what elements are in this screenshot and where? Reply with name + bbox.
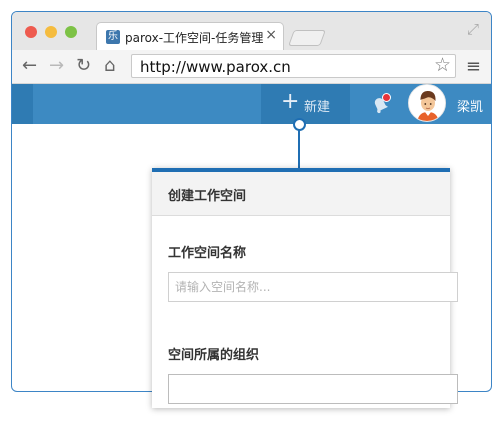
address-text[interactable]: http://www.parox.cn bbox=[140, 58, 291, 76]
notification-badge bbox=[382, 93, 391, 102]
organization-select[interactable] bbox=[168, 374, 458, 404]
workspace-name-label: 工作空间名称 bbox=[168, 246, 247, 261]
bell-icon[interactable] bbox=[369, 93, 391, 115]
address-bar[interactable]: http://www.parox.cn ☆ bbox=[131, 54, 456, 78]
dialog-title: 创建工作空间 bbox=[168, 189, 247, 204]
organization-label: 空间所属的组织 bbox=[168, 348, 260, 363]
tab-strip: 乐 parox-工作空间-任务管理 × ⤢ bbox=[12, 12, 491, 50]
user-avatar[interactable] bbox=[408, 84, 446, 122]
new-button[interactable]: + 新建 bbox=[261, 84, 350, 124]
app-header: + 新建 梁凯 bbox=[12, 84, 491, 124]
header-left-block bbox=[12, 84, 33, 124]
favicon-icon: 乐 bbox=[106, 30, 120, 44]
tab-title: parox-工作空间-任务管理 bbox=[125, 31, 264, 45]
reload-icon[interactable]: ↻ bbox=[76, 55, 91, 77]
home-icon[interactable]: ⌂ bbox=[104, 55, 115, 77]
tab-close-icon[interactable]: × bbox=[265, 27, 277, 43]
close-window-button[interactable] bbox=[25, 26, 37, 38]
new-tab-button[interactable] bbox=[288, 30, 326, 46]
forward-arrow-icon[interactable]: → bbox=[49, 55, 64, 77]
user-name[interactable]: 梁凯 bbox=[457, 96, 483, 115]
new-button-label: 新建 bbox=[304, 100, 331, 115]
minimize-window-button[interactable] bbox=[45, 26, 57, 38]
create-workspace-dialog: 创建工作空间 工作空间名称 空间所属的组织 bbox=[152, 168, 458, 408]
zoom-window-button[interactable] bbox=[65, 26, 77, 38]
workspace-name-input[interactable] bbox=[168, 272, 458, 302]
bookmark-star-icon[interactable]: ☆ bbox=[434, 54, 451, 76]
toolbar: ← → ↻ ⌂ http://www.parox.cn ☆ ≡ bbox=[12, 50, 491, 84]
back-arrow-icon[interactable]: ← bbox=[22, 55, 37, 77]
menu-icon[interactable]: ≡ bbox=[466, 56, 481, 77]
fullscreen-icon[interactable]: ⤢ bbox=[467, 20, 479, 38]
popover-anchor-dot bbox=[293, 118, 306, 131]
plus-icon: + bbox=[281, 89, 300, 114]
browser-tab-active[interactable]: 乐 parox-工作空间-任务管理 × bbox=[96, 22, 284, 50]
dialog-header: 创建工作空间 bbox=[152, 172, 450, 216]
avatar-image bbox=[409, 85, 445, 121]
